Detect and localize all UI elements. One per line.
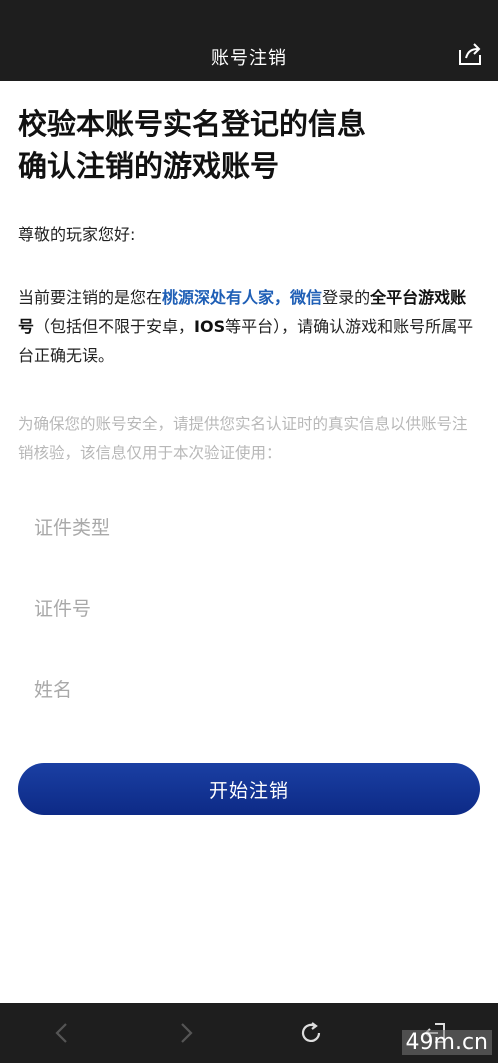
greeting-text: 尊敬的玩家您好:	[18, 225, 136, 244]
start-cancellation-button[interactable]: 开始注销	[18, 763, 480, 815]
refresh-icon[interactable]	[297, 1019, 325, 1047]
back-arrow-icon[interactable]	[48, 1019, 76, 1047]
id-type-input[interactable]	[34, 517, 480, 539]
forward-arrow-icon[interactable]	[172, 1019, 200, 1047]
intro-part-3: （包括但不限于安卓，	[34, 317, 195, 336]
game-name-link[interactable]: 桃源深处有人家	[162, 288, 274, 307]
id-type-field[interactable]	[18, 498, 480, 558]
share-icon[interactable]	[456, 40, 484, 68]
headline: 校验本账号实名登记的信息 确认注销的游戏账号	[18, 103, 480, 187]
name-field[interactable]	[18, 660, 480, 720]
intro-part-2: 登录的	[322, 288, 371, 307]
main-content: 校验本账号实名登记的信息 确认注销的游戏账号 尊敬的玩家您好: 当前要注销的是您…	[18, 81, 480, 468]
page-title: 账号注销	[211, 48, 287, 69]
security-notice: 为确保您的账号安全，请提供您实名认证时的真实信息以供账号注销核验，该信息仅用于本…	[18, 415, 468, 462]
watermark-text: 49m.cn	[401, 1030, 492, 1055]
platform-link[interactable]: 微信	[290, 288, 322, 307]
intro-comma: ，	[274, 288, 291, 307]
headline-line-1: 校验本账号实名登记的信息	[18, 107, 367, 141]
top-bar: 账号注销	[0, 0, 498, 81]
intro-ios-text: IOS	[194, 317, 226, 336]
intro-part-1: 当前要注销的是您在	[18, 288, 163, 307]
headline-line-2: 确认注销的游戏账号	[18, 149, 280, 183]
intro-text: 当前要注销的是您在桃源深处有人家，微信登录的全平台游戏账号（包括但不限于安卓，I…	[18, 283, 480, 370]
id-number-input[interactable]	[34, 598, 480, 620]
id-number-field[interactable]	[18, 579, 480, 639]
name-input[interactable]	[34, 679, 480, 701]
